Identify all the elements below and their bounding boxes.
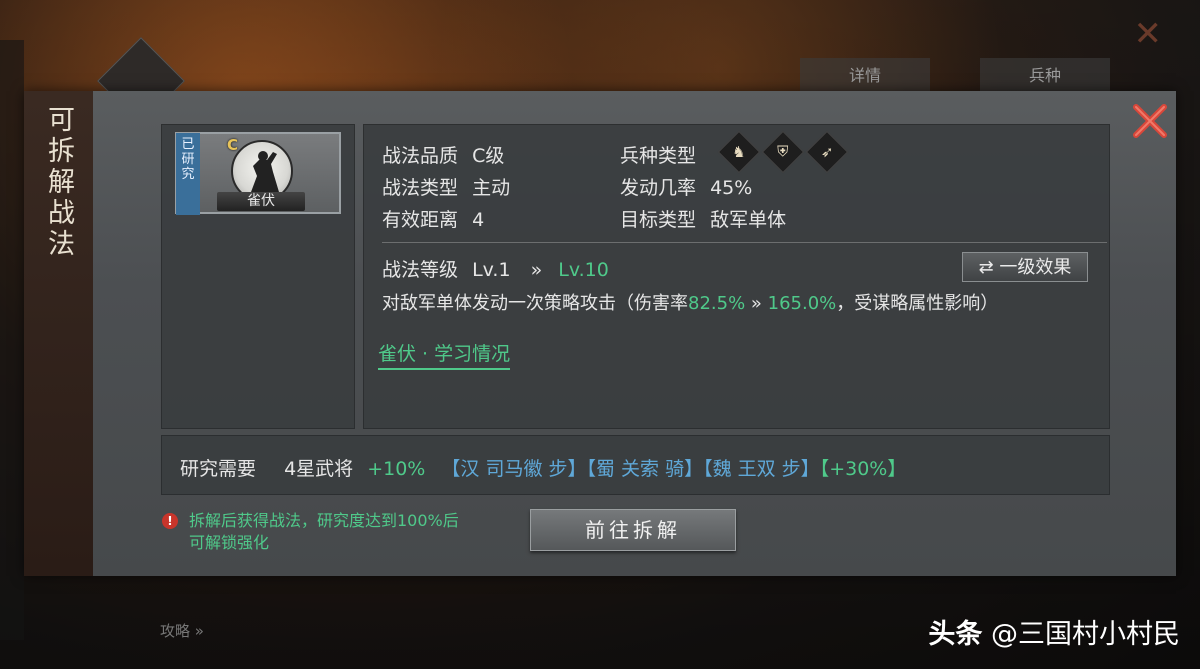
- watermark: 头条 @三国村小村民: [928, 612, 1180, 651]
- background-close-icon: ✕: [1133, 14, 1163, 54]
- range-label: 有效距离: [382, 209, 459, 231]
- dialog-title: 可拆解战法: [43, 105, 74, 260]
- desc-from: 82.5%: [688, 293, 746, 314]
- watermark-handle: @三国村小村民: [991, 619, 1180, 650]
- skill-card[interactable]: 已研究 C 雀伏: [175, 132, 341, 215]
- troop-label: 兵种类型: [620, 145, 697, 167]
- level-arrow: »: [530, 259, 543, 281]
- requirement-hero-3: 【魏 王双 步】: [703, 458, 820, 480]
- side-band: 可拆解战法: [24, 91, 93, 576]
- grade-badge: C: [227, 136, 239, 154]
- desc-to: 165.0%: [767, 293, 837, 314]
- requirement-hero-2: 【蜀 关索 骑】: [586, 458, 704, 480]
- researched-tag: 已研究: [176, 133, 200, 215]
- rate-value: 45%: [710, 177, 753, 199]
- requirement-hero-1: 【汉 司马徽 步】: [441, 458, 587, 480]
- quality-value: C级: [472, 145, 505, 167]
- warning-icon: !: [162, 513, 178, 529]
- rate-row: 发动几率 45%: [620, 173, 752, 200]
- warning-line-2: 可解锁强化: [189, 533, 270, 552]
- watermark-logo: 头条: [928, 619, 983, 650]
- target-label: 目标类型: [620, 209, 697, 231]
- skill-name-plate: 雀伏: [217, 192, 305, 211]
- warning-message: ! 拆解后获得战法，研究度达到100%后 可解锁强化: [162, 510, 524, 554]
- requirement-stars: 4星武将: [284, 458, 354, 480]
- level-effect-label: 一级效果: [999, 257, 1072, 278]
- background-bottom-text: 攻略 »: [160, 622, 204, 640]
- skill-card-panel: 已研究 C 雀伏: [161, 124, 355, 429]
- range-row: 有效距离 4: [382, 205, 484, 232]
- bow-icon: ➶: [805, 130, 849, 174]
- warning-line-1: 拆解后获得战法，研究度达到100%后: [189, 511, 459, 530]
- background-tab-details: 详情: [800, 58, 930, 94]
- dismantle-dialog: 可拆解战法 已研究 C 雀伏 战法品质 C级 战法类型 主动 有效距离 4 兵种…: [24, 91, 1176, 576]
- learn-status-link[interactable]: 雀伏 · 学习情况: [378, 339, 511, 370]
- close-icon[interactable]: [1130, 101, 1170, 141]
- background-tab-troops: 兵种: [980, 58, 1110, 94]
- swap-icon: ⇄: [978, 257, 994, 278]
- target-row: 目标类型 敌军单体: [620, 205, 786, 232]
- info-divider: [382, 242, 1107, 243]
- level-label: 战法等级: [382, 259, 459, 281]
- target-value: 敌军单体: [710, 209, 787, 231]
- requirement-panel: 研究需要 4星武将 +10% 【汉 司马徽 步】【蜀 关索 骑】【魏 王双 步】…: [161, 435, 1110, 495]
- background-left-strip: [0, 40, 24, 640]
- requirement-extra: 【+30%】: [819, 458, 907, 480]
- desc-suffix: ，受谋略属性影响）: [836, 293, 999, 314]
- rate-label: 发动几率: [620, 177, 697, 199]
- type-value: 主动: [472, 177, 511, 199]
- level-row: 战法等级 Lv.1 » Lv.10: [382, 255, 609, 282]
- cavalry-icon: ♞: [717, 130, 761, 174]
- type-row: 战法类型 主动: [382, 173, 510, 200]
- troop-row: 兵种类型: [620, 141, 696, 168]
- requirement-bonus: +10%: [367, 458, 426, 480]
- level-from: Lv.1: [472, 259, 511, 281]
- troop-icons: ♞ ⛨ ➶: [717, 130, 849, 174]
- type-label: 战法类型: [382, 177, 459, 199]
- shield-icon: ⛨: [761, 130, 805, 174]
- quality-label: 战法品质: [382, 145, 459, 167]
- skill-description: 对敌军单体发动一次策略攻击（伤害率82.5% » 165.0%，受谋略属性影响）: [382, 289, 998, 315]
- desc-arrow: »: [745, 293, 768, 314]
- desc-prefix: 对敌军单体发动一次策略攻击（伤害率: [382, 293, 688, 314]
- requirement-label: 研究需要: [180, 458, 257, 480]
- skill-info-panel: 战法品质 C级 战法类型 主动 有效距离 4 兵种类型 ♞ ⛨ ➶ 发动几率 4…: [363, 124, 1110, 429]
- level-to: Lv.10: [558, 259, 609, 281]
- level-effect-button[interactable]: ⇄ 一级效果: [962, 252, 1088, 282]
- quality-row: 战法品质 C级: [382, 141, 504, 168]
- range-value: 4: [472, 209, 485, 231]
- requirement-line: 研究需要 4星武将 +10% 【汉 司马徽 步】【蜀 关索 骑】【魏 王双 步】…: [180, 454, 906, 481]
- go-dismantle-button[interactable]: 前往拆解: [530, 509, 736, 551]
